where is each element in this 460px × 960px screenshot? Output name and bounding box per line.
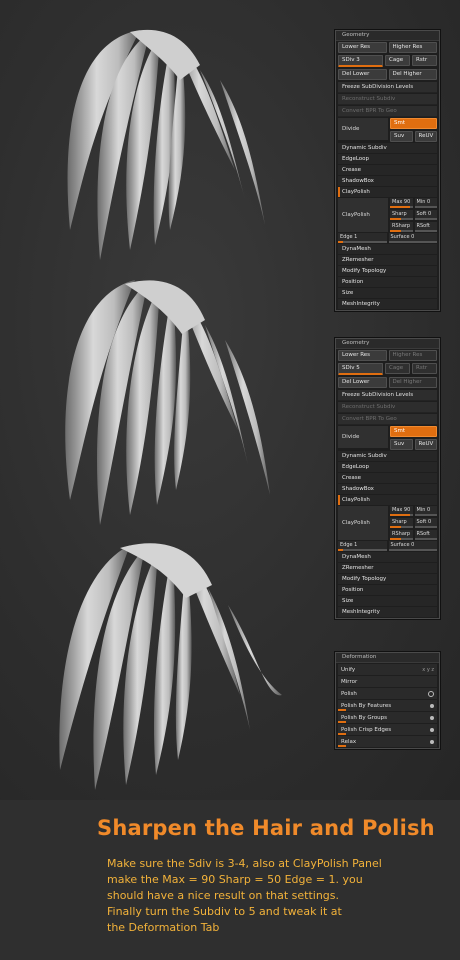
dynamesh-section[interactable]: DynaMesh [338, 244, 437, 254]
freeze-subdivision-button[interactable]: Freeze SubDivision Levels [338, 390, 437, 401]
modify-topology-section[interactable]: Modify Topology [338, 266, 437, 276]
zremesher-section[interactable]: ZRemesher [338, 563, 437, 573]
claypolish-section[interactable]: ClayPolish [338, 187, 437, 197]
shadowbox-section[interactable]: ShadowBox [338, 484, 437, 494]
crease-section[interactable]: Crease [338, 165, 437, 175]
reconstruct-subdiv-button[interactable]: Reconstruct Subdiv [338, 402, 437, 413]
reuv-button[interactable]: ReUV [414, 131, 437, 142]
dynamesh-section[interactable]: DynaMesh [338, 552, 437, 562]
dot-icon [430, 739, 434, 744]
convert-bpr-button[interactable]: Convert BPR To Geo [338, 106, 437, 117]
smt-toggle[interactable]: Smt [390, 426, 437, 437]
claypolish-button[interactable]: ClayPolish [338, 506, 388, 540]
modify-topology-section[interactable]: Modify Topology [338, 574, 437, 584]
polish-crisp-edges-slider[interactable]: Polish Crisp Edges [338, 724, 437, 735]
polish-by-features-slider[interactable]: Polish By Features [338, 700, 437, 711]
caption-line: Finally turn the Subdiv to 5 and tweak i… [107, 905, 342, 918]
suv-toggle[interactable]: Suv [390, 439, 413, 450]
unify-button[interactable]: Unify x y z [338, 664, 437, 675]
edge-slider[interactable]: Edge 1 [338, 541, 387, 551]
dot-icon [430, 703, 434, 708]
reuv-button[interactable]: ReUV [414, 439, 437, 450]
lower-res-button[interactable]: Lower Res [338, 350, 387, 361]
divide-button[interactable]: Divide [338, 426, 388, 448]
polish-by-groups-slider[interactable]: Polish By Groups [338, 712, 437, 723]
cage-button[interactable]: Cage [385, 363, 410, 374]
claypolish-section[interactable]: ClayPolish [338, 495, 437, 505]
surface-slider[interactable]: Surface 0 [388, 233, 437, 243]
viewport-canvas[interactable]: Geometry Lower Res Higher Res SDiv 3 Cag… [0, 0, 460, 800]
cage-button[interactable]: Cage [385, 55, 410, 66]
hair-render-2 [65, 280, 270, 525]
suv-toggle[interactable]: Suv [390, 131, 413, 142]
position-section[interactable]: Position [338, 585, 437, 595]
dot-icon [430, 727, 434, 732]
surface-slider[interactable]: Surface 0 [388, 541, 437, 551]
sdiv-slider[interactable]: SDiv 5 [338, 363, 383, 375]
hair-render-3 [59, 543, 282, 790]
axis-toggles[interactable]: x y z [422, 667, 434, 673]
rsharp-slider[interactable]: RSharp [390, 530, 413, 540]
rstr-button[interactable]: Rstr [412, 363, 437, 374]
polish-slider[interactable]: Polish [338, 688, 437, 699]
panel-title: Geometry [336, 339, 439, 349]
dynamic-subdiv-section[interactable]: Dynamic Subdiv [338, 143, 437, 153]
polish-circle-icon [428, 690, 434, 697]
rstr-button[interactable]: Rstr [412, 55, 437, 66]
geometry-panel-2: Geometry Lower Res Higher Res SDiv 5 Cag… [335, 338, 440, 619]
size-section[interactable]: Size [338, 288, 437, 298]
caption-title: Sharpen the Hair and Polish [97, 816, 435, 840]
dynamic-subdiv-section[interactable]: Dynamic Subdiv [338, 451, 437, 461]
soft-slider[interactable]: Soft 0 [414, 518, 437, 528]
rsoft-slider[interactable]: RSoft [414, 222, 437, 232]
rsoft-slider[interactable]: RSoft [414, 530, 437, 540]
sdiv-slider[interactable]: SDiv 3 [338, 55, 383, 67]
sharp-slider[interactable]: Sharp [390, 518, 413, 528]
higher-res-button[interactable]: Higher Res [388, 350, 437, 361]
position-section[interactable]: Position [338, 277, 437, 287]
freeze-subdivision-button[interactable]: Freeze SubDivision Levels [338, 82, 437, 93]
caption-line: should have a nice result on that settin… [107, 889, 340, 902]
del-lower-button[interactable]: Del Lower [338, 377, 387, 388]
del-higher-button[interactable]: Del Higher [388, 377, 437, 388]
mesh-integrity-section[interactable]: MeshIntegrity [338, 299, 437, 309]
max-slider[interactable]: Max 90 [390, 506, 413, 516]
panel-title: Deformation [336, 653, 439, 663]
divide-button[interactable]: Divide [338, 118, 388, 140]
reconstruct-subdiv-button[interactable]: Reconstruct Subdiv [338, 94, 437, 105]
sharp-slider[interactable]: Sharp [390, 210, 413, 220]
caption-line: make the Max = 90 Sharp = 50 Edge = 1. y… [107, 873, 363, 886]
hair-render-1 [67, 29, 265, 260]
higher-res-button[interactable]: Higher Res [388, 42, 437, 53]
dot-icon [430, 715, 434, 720]
rsharp-slider[interactable]: RSharp [390, 222, 413, 232]
mirror-button[interactable]: Mirror [338, 676, 437, 687]
claypolish-button[interactable]: ClayPolish [338, 198, 388, 232]
crease-section[interactable]: Crease [338, 473, 437, 483]
min-slider[interactable]: Min 0 [414, 198, 437, 208]
convert-bpr-button[interactable]: Convert BPR To Geo [338, 414, 437, 425]
geometry-panel-1: Geometry Lower Res Higher Res SDiv 3 Cag… [335, 30, 440, 311]
deformation-panel: Deformation Unify x y z Mirror Polish Po… [335, 652, 440, 749]
min-slider[interactable]: Min 0 [414, 506, 437, 516]
caption-area: Sharpen the Hair and Polish Make sure th… [0, 800, 460, 960]
edgeloop-section[interactable]: EdgeLoop [338, 154, 437, 164]
zremesher-section[interactable]: ZRemesher [338, 255, 437, 265]
smt-toggle[interactable]: Smt [390, 118, 437, 129]
caption-body: Make sure the Sdiv is 3-4, also at ClayP… [107, 856, 447, 936]
relax-slider[interactable]: Relax [338, 736, 437, 747]
mesh-integrity-section[interactable]: MeshIntegrity [338, 607, 437, 617]
del-lower-button[interactable]: Del Lower [338, 69, 387, 80]
edge-slider[interactable]: Edge 1 [338, 233, 387, 243]
edgeloop-section[interactable]: EdgeLoop [338, 462, 437, 472]
del-higher-button[interactable]: Del Higher [388, 69, 437, 80]
lower-res-button[interactable]: Lower Res [338, 42, 387, 53]
panel-title: Geometry [336, 31, 439, 41]
caption-line: Make sure the Sdiv is 3-4, also at ClayP… [107, 857, 382, 870]
max-slider[interactable]: Max 90 [390, 198, 413, 208]
soft-slider[interactable]: Soft 0 [414, 210, 437, 220]
size-section[interactable]: Size [338, 596, 437, 606]
caption-line: the Deformation Tab [107, 921, 220, 934]
shadowbox-section[interactable]: ShadowBox [338, 176, 437, 186]
